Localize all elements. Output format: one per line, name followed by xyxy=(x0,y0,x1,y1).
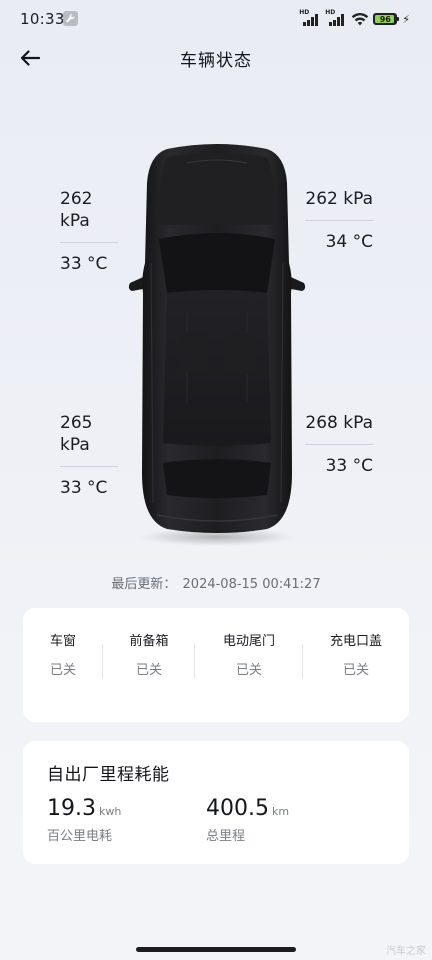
closure-power-tailgate[interactable]: 电动尾门 已关 xyxy=(195,632,303,681)
mileage-value: 400.5 xyxy=(206,796,269,821)
closure-name: 车窗 xyxy=(49,634,76,649)
home-indicator[interactable] xyxy=(136,947,296,952)
consumption-metric: 19.3 kwh 百公里电耗 xyxy=(47,796,121,844)
car-top-view xyxy=(127,143,307,546)
tire-temperature: 33 °C xyxy=(60,254,108,274)
closure-state: 已关 xyxy=(342,663,369,678)
last-update-value: 2024-08-15 00:41:27 xyxy=(182,577,321,592)
tire-temperature: 33 °C xyxy=(60,478,108,498)
closure-frunk[interactable]: 前备箱 已关 xyxy=(103,632,195,681)
watermark: 汽车之家 xyxy=(386,946,426,957)
consumption-value: 19.3 xyxy=(47,796,96,821)
closure-window[interactable]: 车窗 已关 xyxy=(23,632,103,681)
closure-name: 前备箱 xyxy=(129,634,169,649)
divider xyxy=(60,466,118,467)
status-bar: 10:33 HD HD 96 ⚡ xyxy=(0,0,432,36)
closure-status-card: 车窗 已关 前备箱 已关 电动尾门 已关 充电口盖 已关 xyxy=(23,608,409,722)
tire-rear-left: 265 kPa 33 °C xyxy=(60,412,118,499)
tire-rear-right: 268 kPa 33 °C xyxy=(303,412,373,477)
mileage-unit: km xyxy=(271,805,290,818)
energy-title: 自出厂里程耗能 xyxy=(47,765,170,785)
battery-percent: 96 xyxy=(379,14,391,24)
tire-pressure: 262 kPa xyxy=(305,189,373,209)
wrench-icon xyxy=(63,11,78,26)
charging-bolt-icon: ⚡ xyxy=(402,12,410,26)
consumption-caption: 百公里电耗 xyxy=(47,829,113,844)
closure-charge-port[interactable]: 充电口盖 已关 xyxy=(303,632,409,681)
divider xyxy=(305,444,373,445)
hd-signal-icon: HD xyxy=(325,9,347,26)
mileage-caption: 总里程 xyxy=(206,829,246,844)
tire-pressure: 265 kPa xyxy=(60,413,93,455)
closure-state: 已关 xyxy=(235,663,262,678)
closure-name: 电动尾门 xyxy=(222,634,275,649)
tire-pressure: 268 kPa xyxy=(305,413,373,433)
tire-temperature: 33 °C xyxy=(325,456,373,476)
closure-state: 已关 xyxy=(49,663,76,678)
mileage-metric: 400.5 km 总里程 xyxy=(206,796,289,844)
wifi-icon xyxy=(352,12,369,26)
consumption-unit: kwh xyxy=(98,805,122,818)
status-time: 10:33 xyxy=(20,10,65,28)
tire-front-right: 262 kPa 34 °C xyxy=(303,188,373,253)
hd-signal-icon: HD xyxy=(299,9,321,26)
status-icons: HD HD 96 ⚡ xyxy=(299,9,410,27)
page-title: 车辆状态 xyxy=(180,51,252,71)
divider xyxy=(305,220,373,221)
divider xyxy=(60,242,118,243)
tire-temperature: 34 °C xyxy=(325,232,373,252)
last-update-label: 最后更新： xyxy=(111,577,177,592)
energy-card: 自出厂里程耗能 19.3 kwh 百公里电耗 400.5 km 总里程 xyxy=(23,741,409,864)
battery-icon: 96 xyxy=(373,13,400,25)
last-update: 最后更新： 2024-08-15 00:41:27 xyxy=(0,573,432,592)
closure-name: 充电口盖 xyxy=(329,634,382,649)
closure-state: 已关 xyxy=(135,663,162,678)
tire-front-left: 262 kPa 33 °C xyxy=(60,188,118,275)
tire-pressure: 262 kPa xyxy=(60,189,93,231)
